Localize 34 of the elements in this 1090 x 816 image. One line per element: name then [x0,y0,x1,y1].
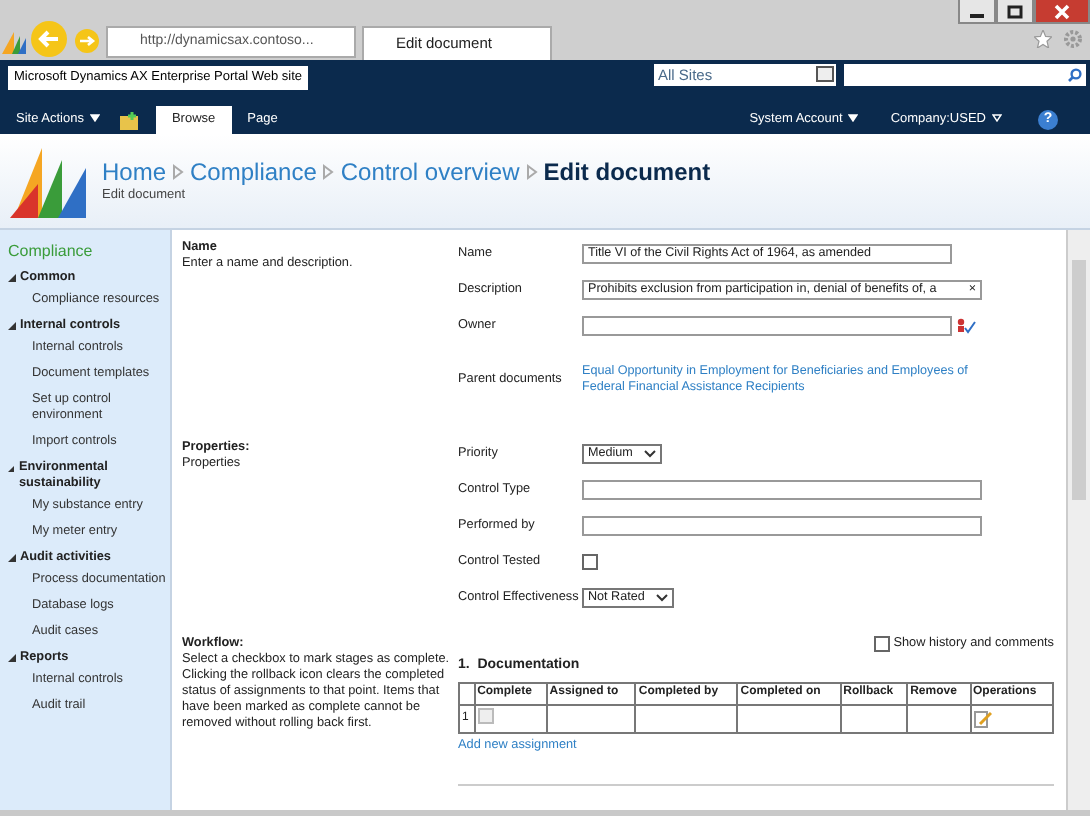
caret-icon[interactable] [89,114,100,123]
page-title: Edit document [543,157,711,188]
app-logo-icon [2,30,26,54]
breadcrumb-link[interactable]: Home [102,157,167,188]
checkbox[interactable] [582,553,598,570]
expand-arrow-icon[interactable] [8,274,16,282]
breadcrumb-separator-icon [172,164,185,181]
expand-arrow-icon[interactable] [8,554,16,562]
chevron-icon [656,593,669,602]
breadcrumb-separator-icon [525,164,538,181]
folder-icon[interactable] [119,111,140,129]
edit-icon[interactable] [973,709,992,728]
expand-arrow-icon[interactable] [8,322,16,330]
search-field[interactable] [844,64,1086,86]
input-field[interactable] [582,479,982,500]
restore-button[interactable] [996,0,1034,24]
check-names-icon[interactable] [956,318,976,334]
scrollbar[interactable] [1066,230,1090,810]
checkbox[interactable] [477,707,494,724]
search-icon[interactable] [1068,68,1082,82]
close-button[interactable] [1034,0,1090,24]
favorites-icon[interactable] [1034,30,1052,48]
breadcrumb-link[interactable]: Compliance [190,157,317,188]
breadcrumb-link[interactable]: Control overview [340,157,520,188]
breadcrumb-separator-icon [322,164,335,181]
chevron-icon [644,449,657,458]
minimize-button[interactable] [958,0,996,24]
caret-icon[interactable] [992,114,1002,123]
checkbox[interactable] [873,635,890,652]
input-field[interactable] [582,316,952,336]
expand-arrow-icon[interactable] [8,464,15,472]
caret-icon[interactable] [848,114,859,123]
expand-arrow-icon[interactable] [8,654,16,662]
input-field[interactable] [582,515,982,536]
